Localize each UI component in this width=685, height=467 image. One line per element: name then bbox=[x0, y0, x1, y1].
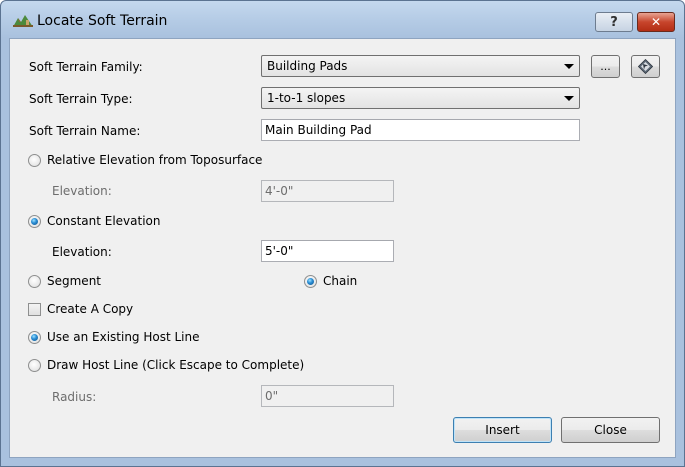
close-button[interactable]: Close bbox=[561, 417, 660, 443]
constant-elevation-value: 5'-0" bbox=[265, 244, 294, 258]
family-value: Building Pads bbox=[267, 59, 348, 73]
chain-label[interactable]: Chain bbox=[323, 274, 357, 288]
relative-elevation-input: 4'-0" bbox=[261, 180, 394, 202]
name-input[interactable]: Main Building Pad bbox=[261, 119, 580, 141]
segment-radio[interactable] bbox=[28, 275, 41, 288]
dialog-window: Locate Soft Terrain ? ✕ Soft Terrain Fam… bbox=[0, 0, 685, 467]
create-copy-label[interactable]: Create A Copy bbox=[47, 302, 133, 316]
constant-elevation-field-label: Elevation: bbox=[52, 245, 112, 259]
terrain-app-icon bbox=[13, 15, 33, 27]
browse-label: ... bbox=[600, 60, 611, 73]
close-icon: ✕ bbox=[650, 15, 662, 29]
segment-label[interactable]: Segment bbox=[47, 274, 101, 288]
pick-family-button[interactable] bbox=[631, 55, 660, 78]
relative-elevation-radio[interactable] bbox=[28, 154, 41, 167]
name-value: Main Building Pad bbox=[265, 123, 372, 137]
chevron-down-icon bbox=[564, 64, 574, 69]
existing-host-line-radio[interactable] bbox=[28, 331, 41, 344]
draw-host-line-radio[interactable] bbox=[28, 359, 41, 372]
insert-label: Insert bbox=[485, 423, 520, 437]
create-copy-checkbox[interactable] bbox=[28, 303, 41, 316]
browse-family-button[interactable]: ... bbox=[591, 55, 620, 78]
draw-host-line-label[interactable]: Draw Host Line (Click Escape to Complete… bbox=[47, 358, 304, 372]
help-button[interactable]: ? bbox=[595, 12, 633, 32]
family-dropdown[interactable]: Building Pads bbox=[261, 55, 580, 77]
relative-elevation-value: 4'-0" bbox=[265, 184, 294, 198]
constant-elevation-input[interactable]: 5'-0" bbox=[261, 240, 394, 262]
existing-host-line-label[interactable]: Use an Existing Host Line bbox=[47, 330, 200, 344]
close-window-button[interactable]: ✕ bbox=[637, 12, 675, 32]
family-label: Soft Terrain Family: bbox=[29, 60, 143, 74]
radius-label: Radius: bbox=[52, 390, 97, 404]
chevron-down-icon bbox=[564, 96, 574, 101]
insert-button[interactable]: Insert bbox=[453, 417, 552, 443]
radius-value: 0" bbox=[265, 389, 279, 403]
chain-radio[interactable] bbox=[304, 275, 317, 288]
type-label: Soft Terrain Type: bbox=[29, 92, 133, 106]
relative-elevation-field-label: Elevation: bbox=[52, 184, 112, 198]
name-label: Soft Terrain Name: bbox=[29, 124, 141, 138]
pick-target-icon bbox=[638, 59, 653, 74]
type-value: 1-to-1 slopes bbox=[267, 91, 346, 105]
close-label: Close bbox=[594, 423, 627, 437]
title-bar[interactable]: Locate Soft Terrain ? ✕ bbox=[1, 1, 684, 38]
relative-elevation-label[interactable]: Relative Elevation from Toposurface bbox=[47, 153, 262, 167]
window-title: Locate Soft Terrain bbox=[37, 13, 168, 29]
constant-elevation-radio[interactable] bbox=[28, 215, 41, 228]
dialog-body: Soft Terrain Family: Building Pads ... S… bbox=[9, 38, 676, 458]
radius-input: 0" bbox=[261, 385, 394, 407]
constant-elevation-label[interactable]: Constant Elevation bbox=[47, 214, 161, 228]
type-dropdown[interactable]: 1-to-1 slopes bbox=[261, 87, 580, 109]
